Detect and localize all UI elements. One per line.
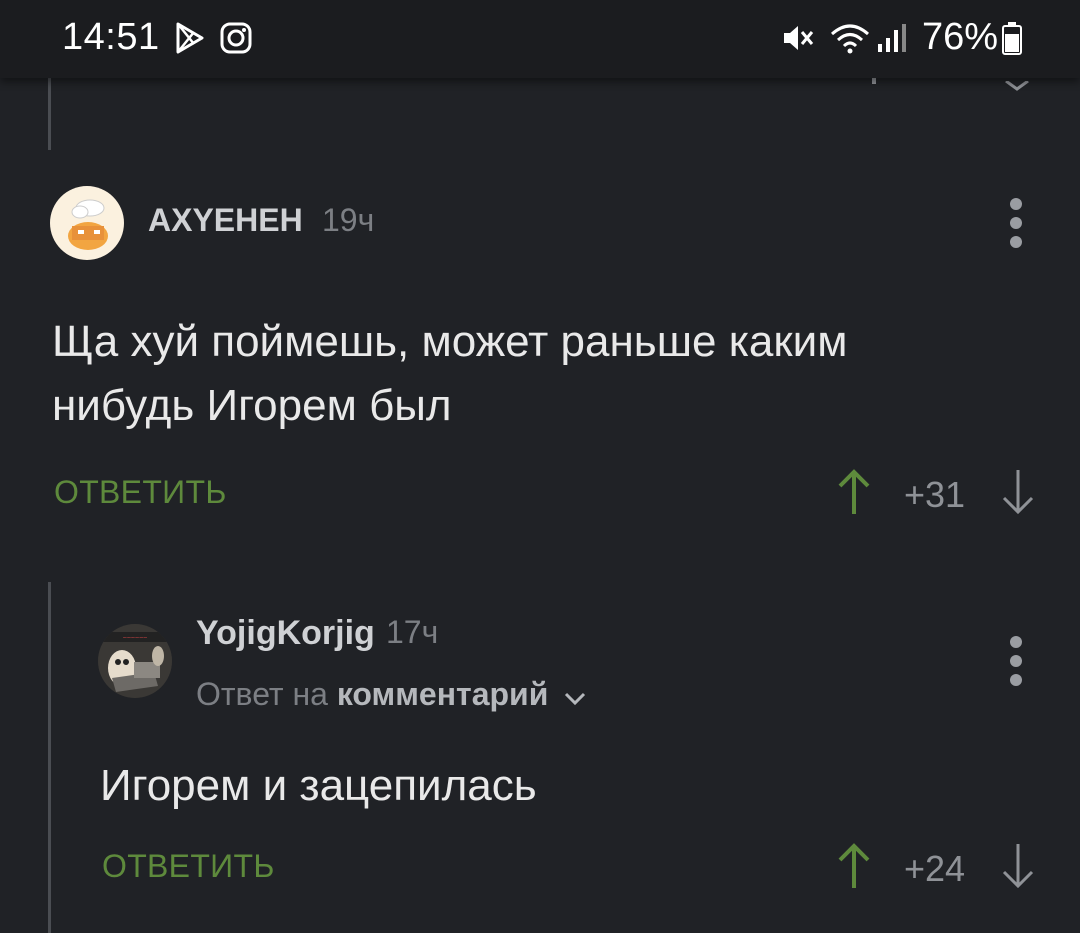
vote-score: +31 — [904, 474, 966, 515]
username[interactable]: AXYEHEH — [148, 202, 303, 239]
vote-score: +24 — [904, 848, 966, 889]
chevron-down-icon[interactable] — [563, 678, 587, 715]
upvote-icon[interactable] — [836, 468, 872, 521]
comment-time: 17ч — [386, 614, 439, 650]
reply-button[interactable]: ОТВЕТИТЬ — [102, 848, 275, 885]
status-bar: 14:51 76% — [0, 0, 1080, 78]
instagram-icon — [218, 20, 254, 61]
downvote-icon[interactable] — [1000, 842, 1036, 895]
comment-text-line: нибудь Игорем был — [52, 381, 452, 430]
more-options-icon[interactable] — [1010, 198, 1024, 255]
battery-percent: 76% — [922, 16, 999, 58]
downvote-icon[interactable] — [1000, 468, 1036, 521]
status-time: 14:51 — [62, 16, 160, 58]
username[interactable]: YojigKorjig — [196, 614, 375, 653]
comment-text-line: Игорем и зацепилась — [100, 761, 537, 810]
upvote-icon[interactable] — [836, 842, 872, 895]
comment-text: Ща хуй поймешь, может раньше каким нибуд… — [52, 310, 847, 438]
reply-to-link[interactable]: Ответ на комментарий — [196, 676, 587, 715]
wifi-icon — [828, 20, 872, 61]
more-options-icon[interactable] — [1010, 636, 1024, 693]
comment-text: Игорем и зацепилась — [100, 754, 537, 818]
comment-time: 19ч — [322, 202, 375, 238]
svg-text:~~~~~~: ~~~~~~ — [123, 635, 148, 642]
comment-text-line: Ща хуй поймешь, может раньше каким — [52, 317, 848, 366]
play-store-icon — [172, 20, 208, 61]
reply-button[interactable]: ОТВЕТИТЬ — [54, 474, 227, 511]
partial-score-separator — [872, 78, 876, 84]
mute-icon — [780, 20, 816, 61]
avatar[interactable]: ~~~~~~ — [98, 624, 172, 698]
thread-line — [48, 78, 51, 150]
thread-line — [48, 582, 51, 933]
avatar[interactable] — [50, 186, 124, 260]
reply-to-target: комментарий — [336, 676, 549, 712]
reply-to-prefix: Ответ на — [196, 676, 328, 712]
battery-icon — [1002, 20, 1022, 61]
partial-downvote-icon — [1004, 78, 1030, 96]
signal-icon — [876, 20, 908, 61]
